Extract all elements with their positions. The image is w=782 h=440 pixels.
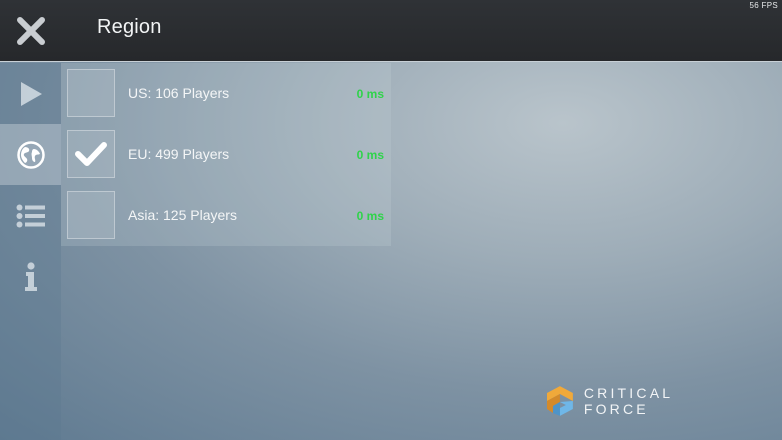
critical-force-logo-icon — [546, 386, 573, 416]
region-checkbox-eu[interactable] — [67, 130, 115, 178]
region-ping: 0 ms — [356, 87, 384, 101]
region-ping: 0 ms — [356, 148, 384, 162]
region-row-asia[interactable]: Asia: 125 Players 0 ms — [61, 185, 391, 246]
region-label: EU: 499 Players — [128, 146, 230, 162]
checkmark-icon — [75, 142, 107, 166]
globe-icon — [16, 140, 45, 169]
sidebar-item-region[interactable] — [0, 124, 61, 185]
region-row-eu[interactable]: EU: 499 Players 0 ms — [61, 124, 391, 185]
sidebar-item-play[interactable] — [0, 63, 61, 124]
region-list: US: 106 Players 0 ms EU: 499 Players 0 m… — [61, 63, 391, 246]
page-title: Region — [97, 16, 162, 38]
sidebar — [0, 63, 61, 440]
critical-force-logo: CRITICAL FORCE — [544, 384, 744, 418]
region-row-us[interactable]: US: 106 Players 0 ms — [61, 63, 391, 124]
sidebar-item-info[interactable] — [0, 246, 61, 307]
close-icon — [17, 17, 45, 45]
region-label: US: 106 Players — [128, 85, 230, 101]
list-icon — [16, 204, 45, 227]
sidebar-item-list[interactable] — [0, 185, 61, 246]
brand-name: CRITICAL FORCE — [583, 385, 673, 417]
region-checkbox-us[interactable] — [67, 69, 115, 117]
top-bar: Region — [0, 0, 782, 62]
region-label: Asia: 125 Players — [128, 207, 237, 223]
play-icon — [20, 81, 42, 106]
fps-counter: 56 FPS — [749, 1, 778, 10]
region-ping: 0 ms — [356, 209, 384, 223]
info-icon — [24, 261, 37, 291]
region-checkbox-asia[interactable] — [67, 191, 115, 239]
close-button[interactable] — [13, 13, 49, 49]
